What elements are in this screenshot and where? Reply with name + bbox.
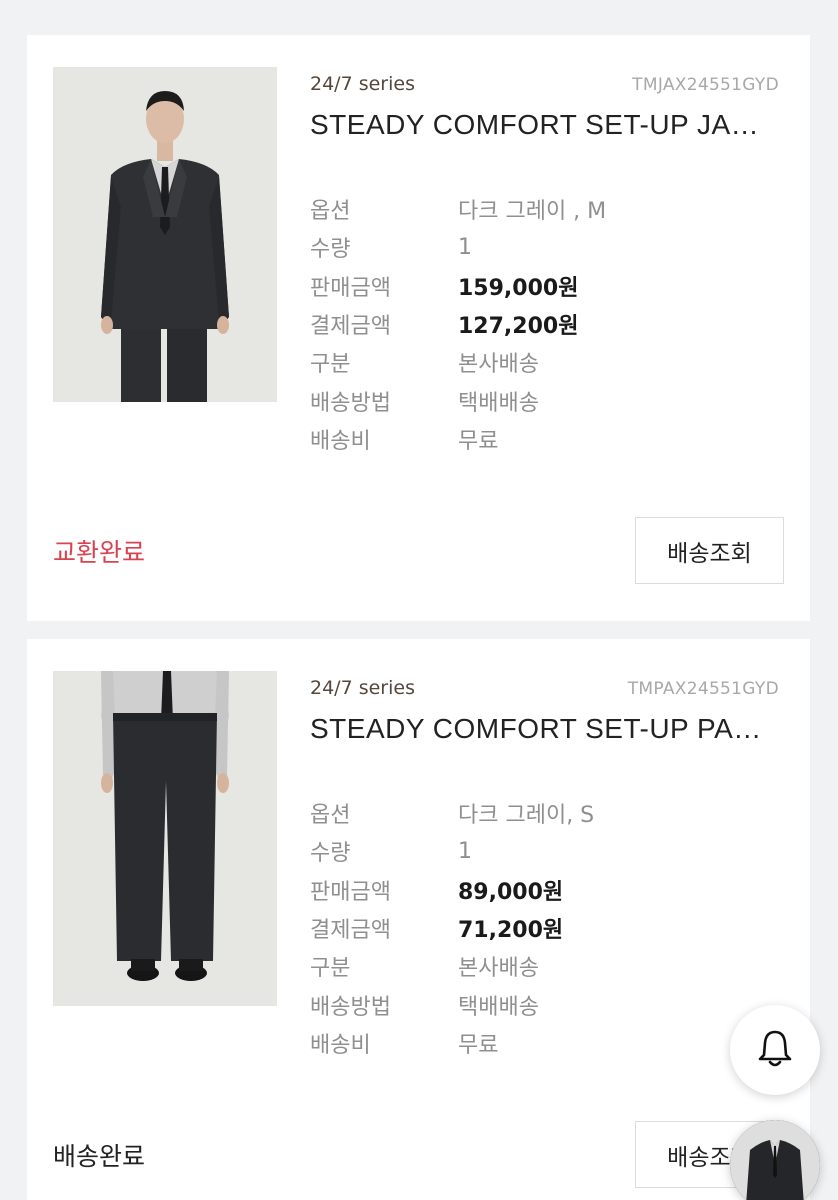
shipping-type-value: 본사배송 bbox=[458, 956, 539, 982]
order-item-card: 24/7 series TMPAX24551GYD STEADY COMFORT… bbox=[27, 639, 810, 1200]
shipping-fee-label: 배송비 bbox=[310, 428, 371, 454]
shipping-fee-value: 무료 bbox=[458, 1032, 499, 1058]
paid-amount-value: 71,200원 bbox=[458, 918, 564, 944]
shipping-fee-row: 배송비 무료 bbox=[310, 420, 606, 458]
sale-price-row: 판매금액 159,000원 bbox=[310, 267, 606, 305]
product-name[interactable]: STEADY COMFORT SET-UP PA… bbox=[310, 713, 762, 745]
sale-price-row: 판매금액 89,000원 bbox=[310, 871, 594, 909]
track-shipment-button[interactable]: 배송조회 bbox=[635, 517, 784, 584]
option-row: 옵션 다크 그레이 , M bbox=[310, 190, 606, 228]
shipping-method-row: 배송방법 택배배송 bbox=[310, 381, 606, 419]
shipping-type-value: 본사배송 bbox=[458, 352, 539, 378]
paid-amount-label: 결제금액 bbox=[310, 314, 391, 340]
product-series: 24/7 series bbox=[310, 677, 415, 699]
option-label: 옵션 bbox=[310, 199, 351, 225]
quantity-label: 수량 bbox=[310, 841, 351, 867]
paid-amount-value: 127,200원 bbox=[458, 314, 579, 340]
sale-price-label: 판매금액 bbox=[310, 879, 391, 905]
recent-product-thumbnail bbox=[730, 1120, 820, 1200]
order-status: 배송완료 bbox=[53, 1142, 146, 1171]
sale-price-label: 판매금액 bbox=[310, 275, 391, 301]
quantity-label: 수량 bbox=[310, 237, 351, 263]
shipping-method-row: 배송방법 택배배송 bbox=[310, 985, 594, 1023]
shipping-type-label: 구분 bbox=[310, 352, 351, 378]
shipping-fee-label: 배송비 bbox=[310, 1032, 371, 1058]
product-code: TMJAX24551GYD bbox=[632, 75, 779, 95]
product-code: TMPAX24551GYD bbox=[627, 679, 779, 699]
product-image[interactable] bbox=[53, 67, 277, 402]
sale-price-value: 89,000원 bbox=[458, 879, 564, 905]
product-image[interactable] bbox=[53, 671, 277, 1006]
notification-button[interactable] bbox=[730, 1005, 820, 1095]
product-series: 24/7 series bbox=[310, 73, 415, 95]
shipping-type-label: 구분 bbox=[310, 956, 351, 982]
option-label: 옵션 bbox=[310, 803, 351, 829]
option-row: 옵션 다크 그레이, S bbox=[310, 794, 594, 832]
quantity-value: 1 bbox=[458, 838, 472, 864]
paid-amount-label: 결제금액 bbox=[310, 918, 391, 944]
option-value: 다크 그레이, S bbox=[458, 803, 595, 829]
order-details: 옵션 다크 그레이 , M 수량 1 판매금액 159,000원 결제금액 12… bbox=[310, 190, 606, 458]
shipping-fee-value: 무료 bbox=[458, 428, 499, 454]
order-details: 옵션 다크 그레이, S 수량 1 판매금액 89,000원 결제금액 71,2… bbox=[310, 794, 594, 1062]
bell-icon bbox=[753, 1026, 797, 1074]
recent-product-button[interactable] bbox=[730, 1120, 820, 1200]
shipping-method-label: 배송방법 bbox=[310, 994, 391, 1020]
paid-amount-row: 결제금액 71,200원 bbox=[310, 909, 594, 947]
shipping-fee-row: 배송비 무료 bbox=[310, 1024, 594, 1062]
shipping-method-value: 택배배송 bbox=[458, 390, 539, 416]
quantity-row: 수량 1 bbox=[310, 228, 606, 266]
shipping-type-row: 구분 본사배송 bbox=[310, 947, 594, 985]
quantity-value: 1 bbox=[458, 234, 472, 260]
paid-amount-row: 결제금액 127,200원 bbox=[310, 305, 606, 343]
sale-price-value: 159,000원 bbox=[458, 275, 579, 301]
order-item-card: 24/7 series TMJAX24551GYD STEADY COMFORT… bbox=[27, 35, 810, 621]
order-status: 교환완료 bbox=[53, 538, 146, 567]
shipping-method-label: 배송방법 bbox=[310, 390, 391, 416]
quantity-row: 수량 1 bbox=[310, 832, 594, 870]
product-name[interactable]: STEADY COMFORT SET-UP JA… bbox=[310, 109, 759, 141]
shipping-method-value: 택배배송 bbox=[458, 994, 539, 1020]
shipping-type-row: 구분 본사배송 bbox=[310, 343, 606, 381]
option-value: 다크 그레이 , M bbox=[458, 199, 607, 225]
